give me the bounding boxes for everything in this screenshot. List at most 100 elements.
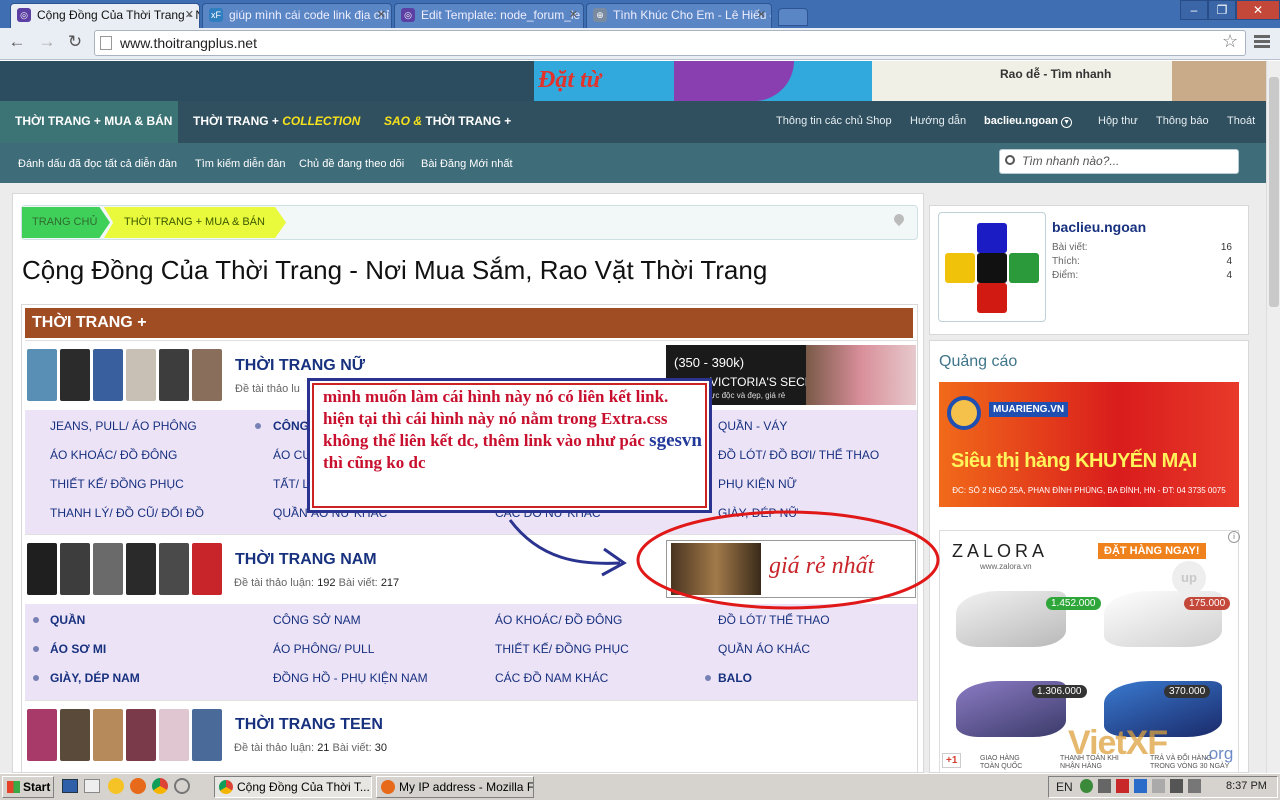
category-header[interactable]: THỜI TRANG + (25, 308, 913, 338)
breadcrumb-mua-ban[interactable]: THỜI TRANG + MUA & BÁN (104, 207, 286, 238)
new-posts-link[interactable]: Bài Đăng Mới nhất (421, 143, 513, 183)
nav-tab-sao[interactable]: SAO & THỜI TRANG + (384, 101, 511, 143)
subforum-link[interactable]: ĐỒ LÓT/ ĐỒ BƠI/ THỂ THAO (718, 448, 879, 462)
taskbar-chrome-window[interactable]: Cộng Đồng Của Thời T... (214, 776, 372, 798)
search-forums-link[interactable]: Tìm kiếm diễn đàn (195, 143, 285, 183)
subforum-link[interactable]: CÁC ĐỒ NAM KHÁC (495, 671, 608, 685)
subforum-link[interactable]: ÁO KHOÁC/ ĐỒ ĐÔNG (50, 448, 177, 462)
close-tab-icon[interactable]: ✕ (185, 4, 194, 26)
posts-count: 217 (380, 577, 400, 589)
nav-account[interactable]: baclieu.ngoan ▼ (984, 101, 1073, 143)
new-tab-button[interactable] (778, 8, 808, 26)
avatar[interactable] (938, 212, 1046, 322)
subforum-link[interactable]: JEANS, PULL/ ÁO PHÔNG (50, 419, 197, 433)
close-window-icon[interactable]: ✕ (1236, 0, 1280, 20)
muarieng-logo-icon (947, 396, 981, 430)
topics-label: Đề tài thảo luận: (234, 742, 315, 754)
posts-label: Bài viết: (332, 742, 372, 754)
tray-icon[interactable] (1098, 779, 1111, 793)
forum-title-nu[interactable]: THỜI TRANG NỮ (235, 357, 365, 375)
subforum-link[interactable]: GIÀY, DÉP NAM (50, 671, 140, 685)
maximize-icon[interactable]: ❐ (1208, 0, 1236, 20)
back-arrow-icon[interactable]: ← (6, 31, 28, 53)
nav-help[interactable]: Hướng dẫn (910, 101, 966, 143)
watermark-tld: .org (1204, 744, 1234, 763)
scroll-up-badge[interactable]: up (1172, 561, 1206, 595)
tray-icon[interactable] (1080, 779, 1093, 793)
zalora-cta-button[interactable]: ĐẶT HÀNG NGAY! (1098, 543, 1206, 559)
forum-title-teen[interactable]: THỜI TRANG TEEN (235, 716, 383, 734)
subforum-link[interactable]: PHỤ KIỆN NỮ (718, 477, 797, 491)
muarieng-ad[interactable]: MUARIENG.VN Siêu thị hàng KHUYẾN MẠI ĐC:… (939, 382, 1239, 507)
subforum-link[interactable]: QUẦN ÁO KHÁC (718, 642, 810, 656)
app-icon[interactable] (174, 778, 190, 794)
show-desktop-icon[interactable] (62, 779, 78, 793)
minimize-icon[interactable]: – (1180, 0, 1208, 20)
header-banner-ad[interactable]: Đặt từ (534, 61, 872, 101)
volume-icon[interactable] (1188, 779, 1201, 793)
mark-forums-read-link[interactable]: Đánh dấu đã đọc tất cả diễn đàn (18, 143, 177, 183)
header-banner-right[interactable]: Rao dễ - Tìm nhanh (872, 61, 1266, 101)
close-tab-icon[interactable]: ✕ (757, 4, 766, 26)
profile-stat-label: Điểm: (1052, 270, 1079, 281)
nav-alerts[interactable]: Thông báo (1156, 101, 1209, 143)
firefox-icon[interactable] (130, 778, 146, 794)
annotation-drawing (508, 510, 940, 610)
nav-tab-mua-ban[interactable]: THỜI TRANG + MUA & BÁN (15, 101, 172, 143)
tray-icon[interactable] (1134, 779, 1147, 793)
start-button[interactable]: Start (2, 776, 54, 798)
subforum-link[interactable]: QUẦN (50, 613, 85, 627)
subforum-link[interactable]: BALO (718, 671, 752, 685)
tab-code-link[interactable]: xF giúp mình cái code link địa chỉ ✕ (202, 3, 392, 28)
nav-inbox[interactable]: Hộp thư (1098, 101, 1138, 143)
chrome-icon[interactable] (152, 778, 168, 794)
messenger-icon[interactable] (108, 778, 124, 794)
muarieng-headline: Siêu thị hàng KHUYẾN MẠI (951, 450, 1197, 472)
subforum-link[interactable]: ĐỒNG HỒ - PHỤ KIỆN NAM (273, 671, 428, 685)
forward-arrow-icon[interactable]: → (36, 31, 58, 53)
forum-title-nam[interactable]: THỜI TRANG NAM (235, 551, 377, 569)
tab-thoitrang[interactable]: ◎ Cộng Đồng Của Thời Trang - N ✕ (10, 3, 200, 28)
subforum-link[interactable]: THIẾT KẾ/ ĐỒNG PHỤC (50, 477, 184, 491)
subforum-link[interactable]: CÔNG SỞ NAM (273, 613, 361, 627)
bullet-icon (255, 423, 261, 429)
wrench-menu-icon[interactable] (1254, 33, 1270, 49)
scrollbar[interactable] (1266, 61, 1280, 773)
tray-icon[interactable] (1152, 779, 1165, 793)
profile-username[interactable]: baclieu.ngoan (1052, 219, 1146, 235)
profile-stat-value: 16 (1220, 242, 1232, 253)
forum-thumbnail-nam (27, 543, 222, 595)
avatar-cell (945, 253, 975, 283)
watched-threads-link[interactable]: Chủ đề đang theo dõi (299, 143, 404, 183)
reload-icon[interactable]: ↻ (64, 31, 86, 53)
nav-logout[interactable]: Thoát (1227, 101, 1255, 143)
taskbar-firefox-window[interactable]: My IP address - Mozilla Fi... (376, 776, 534, 798)
scrollbar-thumb[interactable] (1269, 77, 1279, 307)
subforum-link[interactable]: QUẦN - VÁY (718, 419, 787, 433)
network-icon[interactable] (1170, 779, 1183, 793)
tray-icon[interactable] (1116, 779, 1129, 793)
nav-highlight: SAO & (384, 114, 423, 128)
close-tab-icon[interactable]: ✕ (377, 4, 386, 26)
subforum-link[interactable]: ÁO SƠ MI (50, 642, 106, 656)
quick-search-input[interactable]: Tìm nhanh nào?... (999, 149, 1239, 174)
forum-favicon-icon: ◎ (17, 8, 31, 22)
tab-tinh-khuc[interactable]: ⊕ Tình Khúc Cho Em - Lê Hiếu - ✕ (586, 3, 772, 28)
address-bar[interactable] (94, 30, 1246, 56)
subforum-link[interactable]: THIẾT KẾ/ ĐỒNG PHỤC (495, 642, 629, 656)
subforum-link[interactable]: THANH LÝ/ ĐỒ CŨ/ ĐỔI ĐỒ (50, 506, 204, 520)
profile-stat-value: 4 (1226, 256, 1232, 267)
start-label: Start (23, 780, 51, 794)
app-icon[interactable] (84, 779, 100, 793)
close-tab-icon[interactable]: ✕ (569, 4, 578, 26)
topics-label: Đề tài thảo luận: (234, 577, 315, 589)
ad-info-icon[interactable]: i (1228, 531, 1240, 543)
bookmark-star-icon[interactable]: ☆ (1222, 31, 1238, 52)
nav-shop-owners[interactable]: Thông tin các chủ Shop (776, 101, 892, 143)
tab-edit-template[interactable]: ◎ Edit Template: node_forum_le ✕ (394, 3, 584, 28)
breadcrumb-home[interactable]: TRANG CHỦ (22, 207, 110, 238)
subforum-link[interactable]: ÁO PHÔNG/ PULL (273, 642, 374, 656)
nav-tab-collection[interactable]: THỜI TRANG + COLLECTION (193, 101, 360, 143)
language-indicator[interactable]: EN (1056, 780, 1073, 794)
google-plus-button[interactable]: +1 (942, 753, 962, 768)
